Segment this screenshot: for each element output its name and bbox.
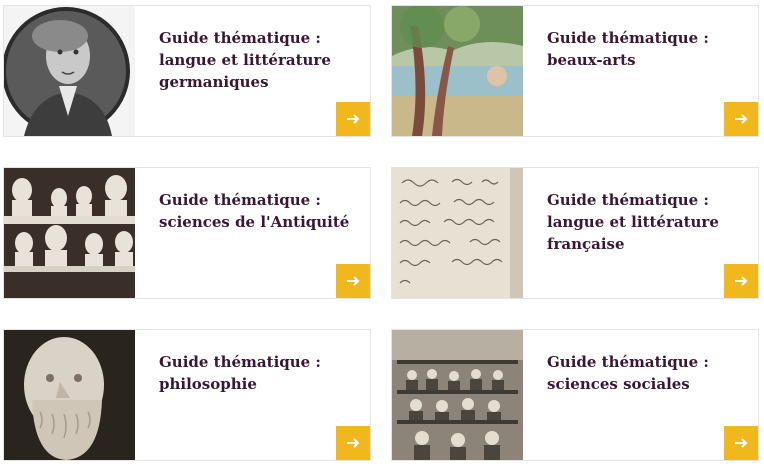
guide-card-philosophie[interactable]: Guide thématique : philosophie — [3, 329, 371, 461]
arrow-right-icon — [735, 114, 748, 124]
card-title: Guide thématique : langue et littérature… — [547, 191, 719, 253]
guide-card-sciences-sociales[interactable]: Guide thématique : sciences sociales — [391, 329, 759, 461]
arrow-right-icon — [735, 438, 748, 448]
socrates-bust-image — [4, 330, 135, 460]
arrow-right-icon — [347, 114, 360, 124]
arrow-button[interactable] — [724, 264, 758, 298]
arrow-button[interactable] — [724, 426, 758, 460]
factory-workers-photo-image — [392, 330, 523, 460]
arrow-button[interactable] — [336, 102, 370, 136]
arrow-button[interactable] — [336, 264, 370, 298]
arrow-right-icon — [347, 276, 360, 286]
guide-grid: Guide thématique : langue et littérature… — [3, 5, 761, 463]
handwritten-manuscript-image — [392, 168, 523, 298]
antique-busts-image — [4, 168, 135, 298]
pointillist-landscape-image — [392, 6, 523, 136]
card-title: Guide thématique : sciences sociales — [547, 353, 709, 393]
guide-card-francaise[interactable]: Guide thématique : langue et littérature… — [391, 167, 759, 299]
card-title: Guide thématique : langue et littérature… — [159, 29, 331, 91]
arrow-button[interactable] — [724, 102, 758, 136]
arrow-right-icon — [347, 438, 360, 448]
arrow-right-icon — [735, 276, 748, 286]
card-title: Guide thématique : philosophie — [159, 353, 321, 393]
guide-card-antiquite[interactable]: Guide thématique : sciences de l'Antiqui… — [3, 167, 371, 299]
guide-card-beaux-arts[interactable]: Guide thématique : beaux-arts — [391, 5, 759, 137]
guide-card-germaniques[interactable]: Guide thématique : langue et littérature… — [3, 5, 371, 137]
card-title: Guide thématique : beaux-arts — [547, 29, 709, 69]
portrait-engraving-image — [4, 6, 135, 136]
card-title: Guide thématique : sciences de l'Antiqui… — [159, 191, 350, 231]
arrow-button[interactable] — [336, 426, 370, 460]
